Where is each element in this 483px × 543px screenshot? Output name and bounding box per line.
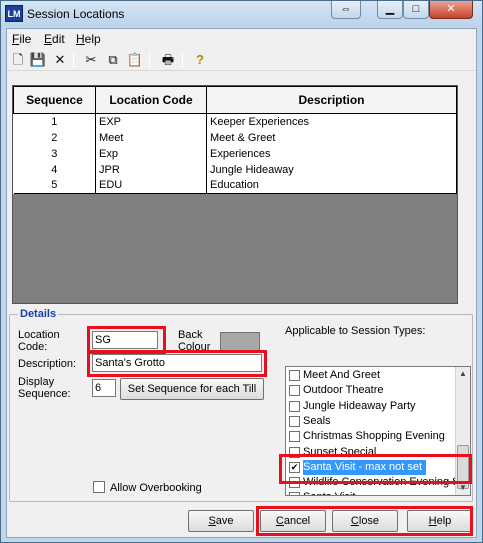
session-type-item[interactable]: Christmas Shopping Evening: [286, 429, 456, 444]
session-types-label: Applicable to Session Types:: [285, 325, 426, 337]
location-code-label-line1: Location: [18, 329, 60, 341]
app-icon: LM: [5, 5, 23, 22]
close-window-button[interactable]: ✕: [429, 1, 473, 19]
session-type-checkbox[interactable]: [289, 385, 300, 397]
cell-location-code[interactable]: EXP: [95, 113, 207, 130]
locations-table: Sequence Location Code Description 1 EXP K…: [13, 86, 457, 194]
buttons-highlight: [256, 506, 473, 536]
locations-grid: Sequence Location Code Description 1 EXP K…: [12, 85, 458, 304]
table-row[interactable]: 2 Meet Meet & Greet: [13, 129, 457, 146]
session-type-label: Meet And Greet: [303, 369, 381, 381]
cell-location-code[interactable]: EDU: [95, 177, 207, 194]
cell-description[interactable]: Education: [206, 177, 457, 194]
toolbar-separator: [73, 52, 74, 68]
session-type-item[interactable]: Jungle Hideaway Party: [286, 399, 456, 414]
session-type-item[interactable]: Outdoor Theatre: [286, 383, 456, 398]
session-type-checkbox[interactable]: [289, 400, 300, 412]
menu-bar: File Edit Help: [7, 29, 476, 48]
location-code-label-line2: Code:: [18, 341, 48, 353]
table-row[interactable]: 5 EDU Education: [13, 177, 457, 194]
minimize-button[interactable]: ▁: [377, 1, 403, 19]
details-legend: Details: [18, 308, 59, 320]
session-type-item[interactable]: Meet And Greet: [286, 368, 456, 383]
display-sequence-input[interactable]: [92, 379, 116, 397]
table-row[interactable]: 1 EXP Keeper Experiences: [13, 113, 457, 130]
display-sequence-label-line2: Sequence:: [18, 388, 71, 400]
toolbar: 🗋 💾 ✕ ✂ ⧉ 📋 🖶 ?: [7, 49, 476, 71]
maximize-button[interactable]: □: [403, 1, 429, 19]
session-type-label: Seals: [303, 414, 331, 427]
column-header-description[interactable]: Description: [206, 86, 457, 114]
cell-sequence[interactable]: 5: [13, 177, 96, 194]
cell-location-code[interactable]: Exp: [95, 145, 207, 162]
session-type-checkbox[interactable]: [289, 415, 300, 427]
menu-edit[interactable]: Edit: [44, 32, 65, 46]
back-colour-swatch[interactable]: [220, 332, 260, 352]
cell-sequence[interactable]: 3: [13, 145, 96, 162]
cell-location-code[interactable]: Meet: [95, 129, 207, 146]
menu-file[interactable]: File: [12, 32, 31, 46]
description-label: Description:: [18, 358, 77, 370]
print-icon[interactable]: 🖶: [159, 51, 177, 69]
description-highlight: [87, 350, 267, 377]
allow-overbooking-checkbox-wrap[interactable]: [93, 481, 107, 495]
session-type-checkbox[interactable]: [289, 431, 300, 443]
cell-sequence[interactable]: 1: [13, 113, 96, 130]
session-type-label: Christmas Shopping Evening: [303, 430, 445, 443]
cut-icon[interactable]: ✂: [82, 51, 100, 69]
session-type-checkbox[interactable]: [289, 492, 300, 495]
toolbar-separator: [149, 52, 150, 68]
new-icon[interactable]: 🗋: [9, 51, 27, 69]
cell-description[interactable]: Jungle Hideaway: [206, 161, 457, 178]
delete-icon[interactable]: ✕: [51, 51, 69, 69]
column-header-sequence[interactable]: Sequence: [13, 86, 96, 114]
allow-overbooking-label[interactable]: Allow Overbooking: [110, 482, 202, 494]
session-type-item[interactable]: Santa Visit: [286, 490, 456, 495]
toolbar-separator: [182, 52, 183, 68]
set-sequence-button[interactable]: Set Sequence for each Till: [120, 378, 264, 400]
session-type-checkbox[interactable]: [289, 370, 300, 381]
save-button[interactable]: Save: [188, 510, 254, 532]
cell-description[interactable]: Experiences: [206, 145, 457, 162]
table-row[interactable]: 3 Exp Experiences: [13, 145, 457, 162]
title-bar[interactable]: LM Session Locations ⇔ ▁ □ ✕: [1, 1, 482, 27]
table-row[interactable]: 4 JPR Jungle Hideaway: [13, 161, 457, 178]
cell-location-code[interactable]: JPR: [95, 161, 207, 178]
save-icon[interactable]: 💾: [29, 51, 47, 69]
cell-description[interactable]: Meet & Greet: [206, 129, 457, 146]
details-group: Details Location Code: Back Colour Descr…: [9, 308, 473, 502]
session-type-label: Santa Visit: [303, 490, 355, 495]
session-type-label: Outdoor Theatre: [303, 384, 384, 397]
swap-button[interactable]: ⇔: [331, 1, 361, 19]
window-title: Session Locations: [27, 7, 125, 21]
santa-visit-highlight: [279, 454, 472, 484]
cell-description[interactable]: Keeper Experiences: [206, 113, 457, 130]
allow-overbooking-checkbox[interactable]: [93, 481, 105, 493]
window-client-area: File Edit Help 🗋 💾 ✕ ✂ ⧉ 📋 🖶 ? Sequence …: [6, 28, 477, 538]
copy-icon[interactable]: ⧉: [104, 51, 122, 69]
cell-sequence[interactable]: 4: [13, 161, 96, 178]
session-locations-window: LM Session Locations ⇔ ▁ □ ✕ File Edit H…: [0, 0, 483, 543]
session-type-label: Jungle Hideaway Party: [303, 399, 416, 412]
menu-help[interactable]: Help: [76, 32, 101, 46]
cell-sequence[interactable]: 2: [13, 129, 96, 146]
help-icon[interactable]: ?: [191, 51, 209, 69]
paste-icon[interactable]: 📋: [126, 51, 144, 69]
session-type-item[interactable]: Seals: [286, 414, 456, 429]
back-colour-label-line1: Back: [178, 329, 203, 341]
column-header-location-code[interactable]: Location Code: [95, 86, 207, 114]
scroll-up-icon[interactable]: ▲: [456, 367, 470, 381]
display-sequence-label-line1: Display: [18, 376, 55, 388]
